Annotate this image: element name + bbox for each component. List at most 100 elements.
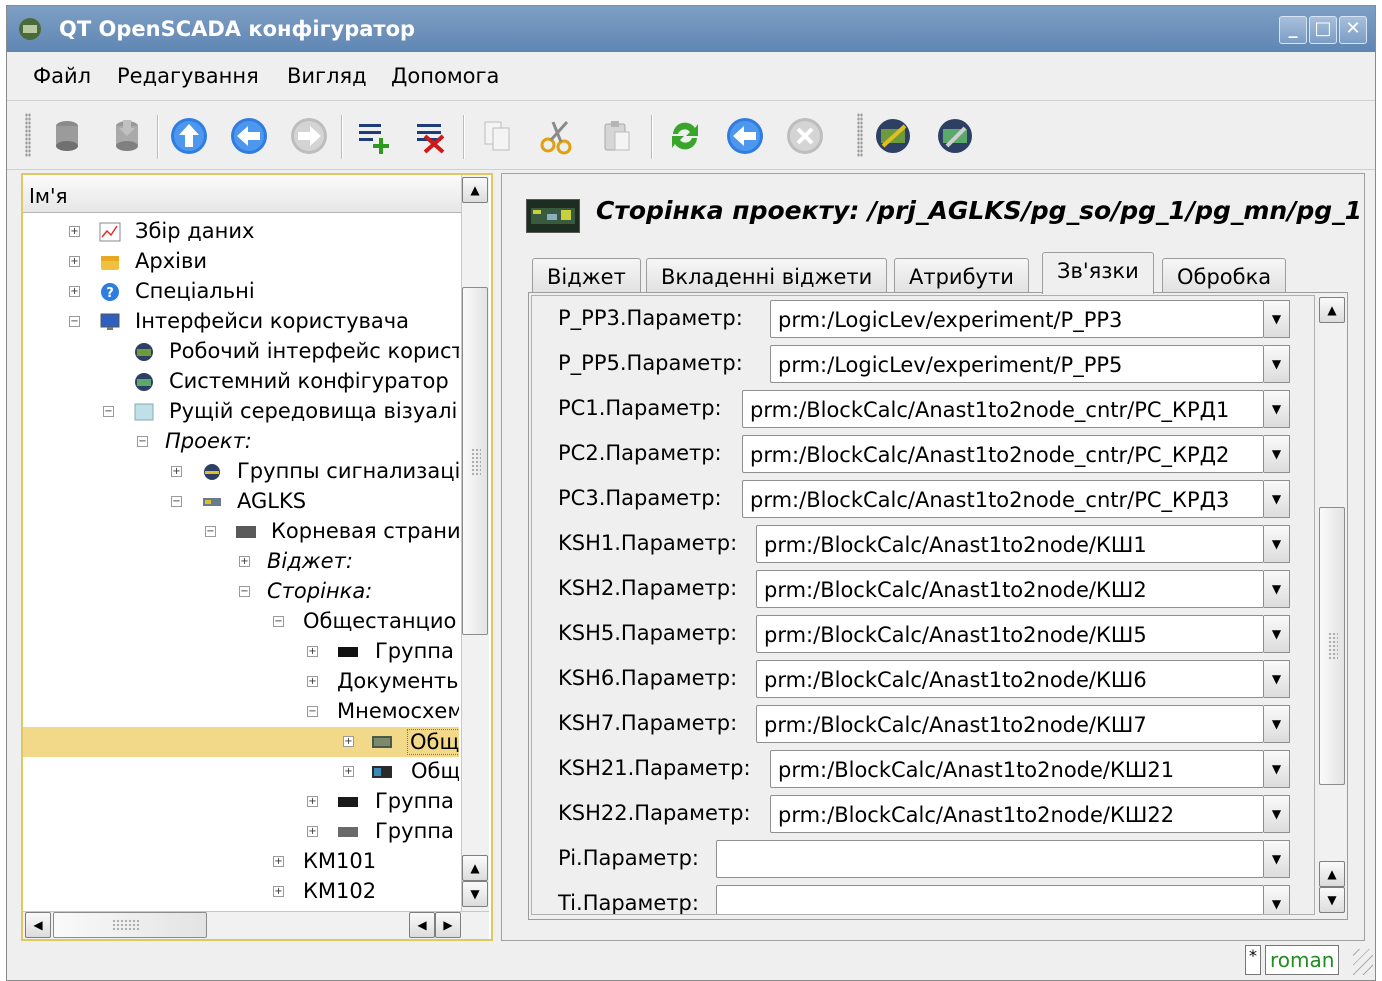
chevron-down-icon[interactable]: ▼ xyxy=(1264,435,1290,473)
chevron-down-icon[interactable]: ▼ xyxy=(1264,705,1290,743)
tree-item-station-wide[interactable]: − Общестанцио xyxy=(23,607,459,637)
db-save-icon[interactable] xyxy=(107,116,147,156)
tree-item-km102[interactable]: + КМ102 xyxy=(23,877,459,907)
scroll-left-button[interactable]: ◀ xyxy=(25,912,51,938)
tree-item-root-page[interactable]: − Корневая страни xyxy=(23,517,459,547)
modified-indicator[interactable]: * xyxy=(1245,945,1261,975)
chevron-down-icon[interactable]: ▼ xyxy=(1264,525,1290,563)
navigation-tree[interactable]: Ім'я + Збір даних + Архіви + ? Спеціальн… xyxy=(21,173,493,941)
expand-toggle[interactable]: + xyxy=(307,796,318,807)
collapse-toggle[interactable]: − xyxy=(307,706,318,717)
expand-toggle[interactable]: + xyxy=(273,856,284,867)
link-value-combo[interactable]: prm:/BlockCalc/Anast1to2node/КШ21 xyxy=(770,750,1264,788)
scroll-up-button[interactable]: ▲ xyxy=(462,177,488,203)
scroll-handle[interactable] xyxy=(53,912,207,938)
scroll-up-button[interactable]: ▲ xyxy=(1319,297,1345,323)
tree-item-km101[interactable]: + КМ101 xyxy=(23,847,459,877)
chevron-down-icon[interactable]: ▼ xyxy=(1264,750,1290,788)
expand-toggle[interactable]: + xyxy=(69,286,80,297)
tree-item-project-group[interactable]: − Проект: xyxy=(23,427,459,457)
title-bar[interactable]: QT OpenSCADA конфігуратор _ □ ✕ xyxy=(7,6,1375,52)
expand-toggle[interactable]: + xyxy=(307,676,318,687)
collapse-toggle[interactable]: − xyxy=(69,316,80,327)
tab-included-widgets[interactable]: Вкладенні віджети xyxy=(646,258,888,294)
tab-links[interactable]: Зв'язки xyxy=(1042,252,1154,294)
scroll-up-button[interactable]: ▲ xyxy=(462,855,488,881)
tree-item-aglks[interactable]: − AGLKS xyxy=(23,487,459,517)
link-value-combo[interactable]: prm:/LogicLev/experiment/P_PP3 xyxy=(770,300,1264,338)
chevron-down-icon[interactable]: ▼ xyxy=(1264,390,1290,428)
tree-column-header[interactable]: Ім'я xyxy=(23,175,475,213)
tree-item-group-2[interactable]: + Группа xyxy=(23,787,459,817)
tree-item-page-group[interactable]: − Сторінка: xyxy=(23,577,459,607)
tree-item-system-configurator[interactable]: Системний конфігуратор xyxy=(23,367,459,397)
collapse-toggle[interactable]: − xyxy=(273,616,284,627)
toolbar-grip[interactable] xyxy=(25,113,31,157)
chevron-down-icon[interactable]: ▼ xyxy=(1264,885,1290,914)
copy-icon[interactable] xyxy=(477,116,517,156)
menu-edit[interactable]: Редагування xyxy=(117,64,259,88)
chevron-down-icon[interactable]: ▼ xyxy=(1264,300,1290,338)
tree-item-page-2[interactable]: + Общ xyxy=(23,757,459,787)
user-indicator[interactable]: roman xyxy=(1265,945,1339,975)
qt-cfg-module-icon[interactable] xyxy=(935,116,975,156)
tree-vertical-scrollbar[interactable]: ▲ ▲ ▼ xyxy=(461,175,489,911)
menu-view[interactable]: Вигляд xyxy=(287,64,367,88)
menu-file[interactable]: Файл xyxy=(33,64,91,88)
link-value-combo[interactable]: prm:/BlockCalc/Anast1to2node/КШ7 xyxy=(756,705,1264,743)
scroll-right-button[interactable]: ▶ xyxy=(435,912,461,938)
expand-toggle[interactable]: + xyxy=(171,466,182,477)
arrow-forward-icon[interactable] xyxy=(289,116,329,156)
link-value-combo[interactable] xyxy=(716,885,1264,914)
expand-toggle[interactable]: + xyxy=(307,646,318,657)
tree-item-widget-group[interactable]: + Віджет: xyxy=(23,547,459,577)
db-load-icon[interactable] xyxy=(47,116,87,156)
tree-item-archives[interactable]: + Архіви xyxy=(23,247,459,277)
tab-processing[interactable]: Обробка xyxy=(1162,258,1287,294)
links-vertical-scrollbar[interactable]: ▲ ▲ ▼ xyxy=(1319,295,1347,915)
collapse-toggle[interactable]: − xyxy=(137,436,148,447)
tree-item-mimic-diagrams[interactable]: − Мнемосхем xyxy=(23,697,459,727)
expand-toggle[interactable]: + xyxy=(69,256,80,267)
arrow-up-icon[interactable] xyxy=(169,116,209,156)
chevron-down-icon[interactable]: ▼ xyxy=(1264,570,1290,608)
chevron-down-icon[interactable]: ▼ xyxy=(1264,795,1290,833)
chevron-down-icon[interactable]: ▼ xyxy=(1264,345,1290,383)
scroll-left-button[interactable]: ◀ xyxy=(409,912,435,938)
scroll-down-button[interactable]: ▼ xyxy=(462,881,488,907)
expand-toggle[interactable]: + xyxy=(273,886,284,897)
tree-item-selected-page[interactable]: + Общ xyxy=(23,727,459,757)
tree-horizontal-scrollbar[interactable]: ◀ ◀ ▶ xyxy=(23,911,489,939)
link-value-combo[interactable]: prm:/BlockCalc/Anast1to2node/КШ5 xyxy=(756,615,1264,653)
scroll-handle[interactable] xyxy=(462,287,488,635)
expand-toggle[interactable]: + xyxy=(307,826,318,837)
chevron-down-icon[interactable]: ▼ xyxy=(1264,615,1290,653)
tree-item-group-3[interactable]: + Группа xyxy=(23,817,459,847)
link-value-combo[interactable]: prm:/BlockCalc/Anast1to2node/КШ6 xyxy=(756,660,1264,698)
paste-icon[interactable] xyxy=(597,116,637,156)
tree-item-vision-engine[interactable]: − Рущій середовища візуалі xyxy=(23,397,459,427)
chevron-down-icon[interactable]: ▼ xyxy=(1264,480,1290,518)
add-item-icon[interactable] xyxy=(353,116,393,156)
link-value-combo[interactable]: prm:/BlockCalc/Anast1to2node/КШ22 xyxy=(770,795,1264,833)
arrow-back-icon[interactable] xyxy=(229,116,269,156)
menu-help[interactable]: Допомога xyxy=(391,64,499,88)
tree-item-work-interface[interactable]: Робочий інтерфейс корист xyxy=(23,337,459,367)
stop-icon[interactable] xyxy=(785,116,825,156)
collapse-toggle[interactable]: − xyxy=(205,526,216,537)
scroll-down-button[interactable]: ▼ xyxy=(1319,887,1345,913)
tree-item-documents[interactable]: + Документь xyxy=(23,667,459,697)
expand-toggle[interactable]: + xyxy=(343,736,354,747)
link-value-combo[interactable] xyxy=(716,840,1264,878)
scroll-handle[interactable] xyxy=(1319,507,1345,785)
link-value-combo[interactable]: prm:/BlockCalc/Anast1to2node/КШ2 xyxy=(756,570,1264,608)
chevron-down-icon[interactable]: ▼ xyxy=(1264,840,1290,878)
expand-toggle[interactable]: + xyxy=(239,556,250,567)
tree-item-user-interfaces[interactable]: − Інтерфейси користувача xyxy=(23,307,459,337)
maximize-button[interactable]: □ xyxy=(1309,16,1337,44)
link-value-combo[interactable]: prm:/BlockCalc/Anast1to2node/КШ1 xyxy=(756,525,1264,563)
toolbar-grip[interactable] xyxy=(857,113,863,157)
tree-item-data-acquisition[interactable]: + Збір даних xyxy=(23,217,459,247)
tree-item-specials[interactable]: + ? Спеціальні xyxy=(23,277,459,307)
scroll-up-button[interactable]: ▲ xyxy=(1319,861,1345,887)
